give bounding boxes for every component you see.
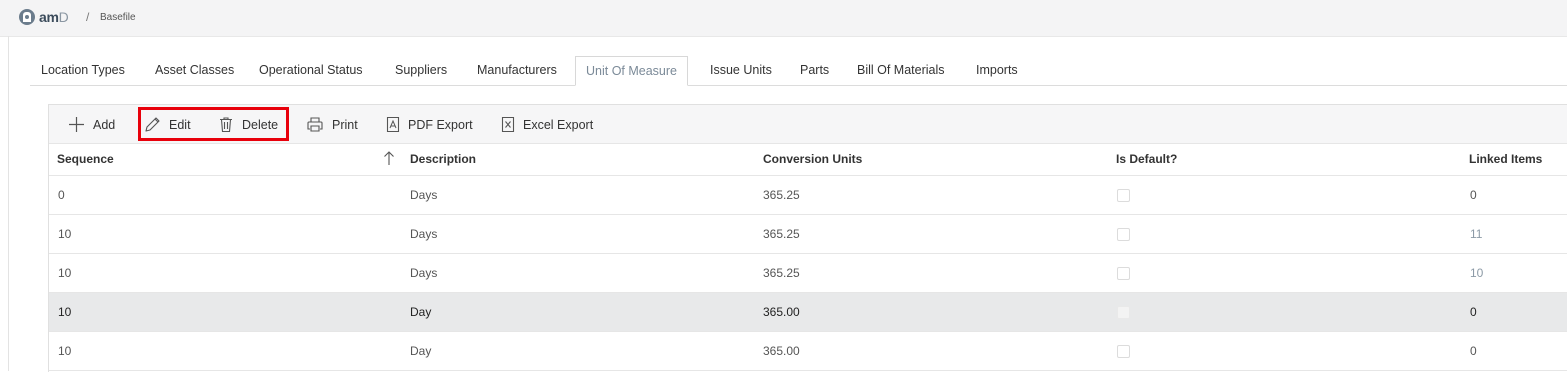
table-row[interactable]: 10 Days 365.25 11 <box>49 215 1567 254</box>
pdf-file-icon <box>386 116 400 133</box>
cell-sequence: 10 <box>58 227 72 241</box>
table-row[interactable]: 10 Days 365.25 10 <box>49 254 1567 293</box>
tab-unit-of-measure[interactable]: Unit Of Measure <box>575 56 689 86</box>
app-logo[interactable]: amD <box>19 9 69 25</box>
cell-conversion-units: 365.00 <box>763 305 800 319</box>
tab-operational-status[interactable]: Operational Status <box>249 56 373 85</box>
print-label: Print <box>332 117 358 132</box>
cell-description: Days <box>410 227 438 241</box>
col-linked-items[interactable]: Linked Items <box>1469 143 1542 175</box>
table-header: Sequence Description Conversion Units Is… <box>49 143 1567 176</box>
tab-parts[interactable]: Parts <box>790 56 839 85</box>
tab-imports[interactable]: Imports <box>966 56 1028 85</box>
print-button[interactable]: Print <box>306 116 358 133</box>
add-label: Add <box>93 117 116 132</box>
cell-description: Day <box>410 305 432 319</box>
cell-linked-items: 0 <box>1470 305 1477 319</box>
data-grid: Add Edit Delete Print PDF Export Excel E… <box>48 104 1567 372</box>
tab-bar: Location Types Asset Classes Operational… <box>30 56 1567 86</box>
tab-issue-units[interactable]: Issue Units <box>700 56 782 85</box>
table-row-selected[interactable]: 10 Day 365.00 0 <box>49 293 1567 332</box>
col-sequence[interactable]: Sequence <box>57 143 114 175</box>
cell-conversion-units: 365.00 <box>763 344 800 358</box>
col-description[interactable]: Description <box>410 143 476 175</box>
plus-icon <box>69 117 84 132</box>
table-row[interactable]: 0 Days 365.25 0 <box>49 176 1567 215</box>
pdf-export-label: PDF Export <box>408 117 473 132</box>
panel-border <box>8 36 9 371</box>
tab-asset-classes[interactable]: Asset Classes <box>145 56 244 85</box>
cell-sequence: 0 <box>58 188 65 202</box>
is-default-checkbox[interactable] <box>1117 228 1130 241</box>
is-default-checkbox[interactable] <box>1117 189 1130 202</box>
table-row[interactable]: 10 Day 365.00 0 <box>49 332 1567 371</box>
excel-file-icon <box>501 116 515 133</box>
cell-description: Days <box>410 188 438 202</box>
cell-description: Days <box>410 266 438 280</box>
cell-conversion-units: 365.25 <box>763 266 800 280</box>
excel-export-button[interactable]: Excel Export <box>501 116 593 133</box>
add-button[interactable]: Add <box>68 116 115 133</box>
breadcrumb[interactable]: Basefile <box>100 12 136 23</box>
tab-manufacturers[interactable]: Manufacturers <box>467 56 567 85</box>
tab-bill-of-materials[interactable]: Bill Of Materials <box>847 56 955 85</box>
tab-location-types[interactable]: Location Types <box>31 56 135 85</box>
grid-toolbar: Add Edit Delete Print PDF Export Excel E… <box>49 105 1567 144</box>
cell-sequence: 10 <box>58 344 72 358</box>
breadcrumb-separator: / <box>86 10 90 24</box>
cell-sequence: 10 <box>58 266 72 280</box>
cell-linked-items: 0 <box>1470 344 1477 358</box>
logo-text: amD <box>39 9 69 25</box>
cell-linked-items[interactable]: 11 <box>1470 215 1482 253</box>
cell-linked-items[interactable]: 10 <box>1470 254 1483 292</box>
sort-ascending-icon[interactable] <box>383 150 395 166</box>
is-default-checkbox[interactable] <box>1117 267 1130 280</box>
edit-delete-highlight <box>138 107 289 141</box>
col-is-default[interactable]: Is Default? <box>1116 143 1177 175</box>
top-bar: amD / Basefile <box>0 0 1567 37</box>
cell-conversion-units: 365.25 <box>763 188 800 202</box>
cell-sequence: 10 <box>58 305 72 319</box>
cell-description: Day <box>410 344 432 358</box>
is-default-checkbox[interactable] <box>1117 306 1130 319</box>
logo-icon <box>19 9 35 25</box>
col-conversion-units[interactable]: Conversion Units <box>763 143 862 175</box>
cell-linked-items: 0 <box>1470 188 1477 202</box>
excel-export-label: Excel Export <box>523 117 594 132</box>
cell-conversion-units: 365.25 <box>763 227 800 241</box>
is-default-checkbox[interactable] <box>1117 345 1130 358</box>
printer-icon <box>307 117 323 132</box>
pdf-export-button[interactable]: PDF Export <box>386 116 473 133</box>
tab-suppliers[interactable]: Suppliers <box>385 56 457 85</box>
